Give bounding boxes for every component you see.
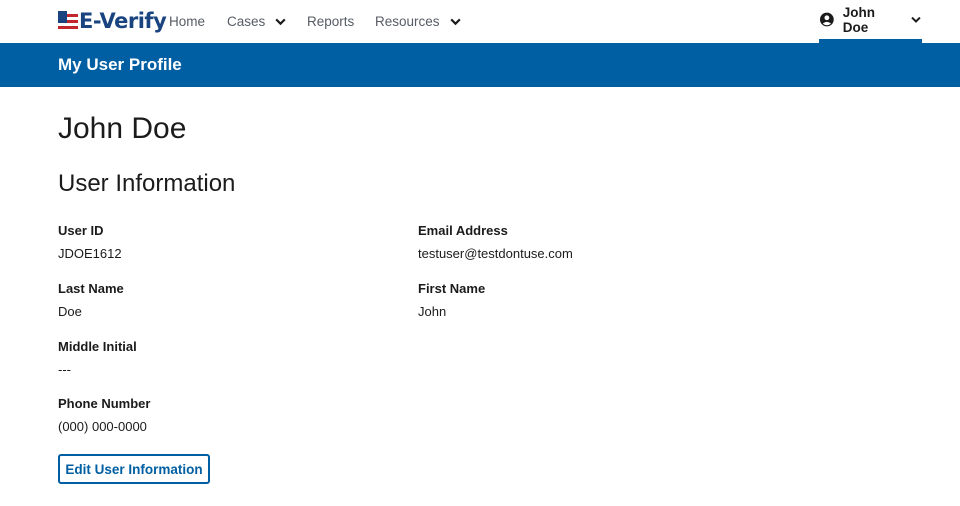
section-title: User Information xyxy=(58,170,236,197)
email-value: testuser@testdontuse.com xyxy=(418,246,573,261)
nav-resources[interactable]: Resources xyxy=(375,12,462,30)
nav-home[interactable]: Home xyxy=(169,12,205,30)
phone-value: (000) 000-0000 xyxy=(58,419,147,434)
page-banner: My User Profile xyxy=(0,43,960,87)
banner-title: My User Profile xyxy=(58,55,182,74)
user-id-value: JDOE1612 xyxy=(58,246,122,261)
nav-reports[interactable]: Reports xyxy=(307,12,354,30)
nav-cases[interactable]: Cases xyxy=(227,12,287,30)
chevron-down-icon xyxy=(449,18,461,25)
email-label: Email Address xyxy=(418,223,508,238)
user-menu-name: John Doe xyxy=(842,4,875,35)
page-title: John Doe xyxy=(58,112,187,145)
logo-text: E-Verify xyxy=(79,8,167,33)
phone-label: Phone Number xyxy=(58,396,151,411)
e-verify-logo[interactable]: E-Verify xyxy=(58,8,167,34)
middle-initial-value: --- xyxy=(58,362,71,377)
flag-icon xyxy=(58,11,78,31)
nav-reports-label: Reports xyxy=(307,13,355,29)
top-navigation: E-Verify Home Cases Reports Resources Jo… xyxy=(0,0,960,43)
user-circle-icon xyxy=(820,12,834,27)
middle-initial-label: Middle Initial xyxy=(58,339,137,354)
chevron-down-icon xyxy=(911,16,921,23)
nav-resources-label: Resources xyxy=(375,13,440,29)
nav-home-label: Home xyxy=(169,13,206,29)
chevron-down-icon xyxy=(275,18,286,25)
last-name-value: Doe xyxy=(58,304,82,319)
user-menu[interactable]: John Doe xyxy=(819,0,922,43)
edit-user-information-button[interactable]: Edit User Information xyxy=(58,454,210,484)
nav-cases-label: Cases xyxy=(227,13,266,29)
user-id-label: User ID xyxy=(58,223,104,238)
last-name-label: Last Name xyxy=(58,281,124,296)
first-name-value: John xyxy=(418,304,447,319)
first-name-label: First Name xyxy=(418,281,486,296)
